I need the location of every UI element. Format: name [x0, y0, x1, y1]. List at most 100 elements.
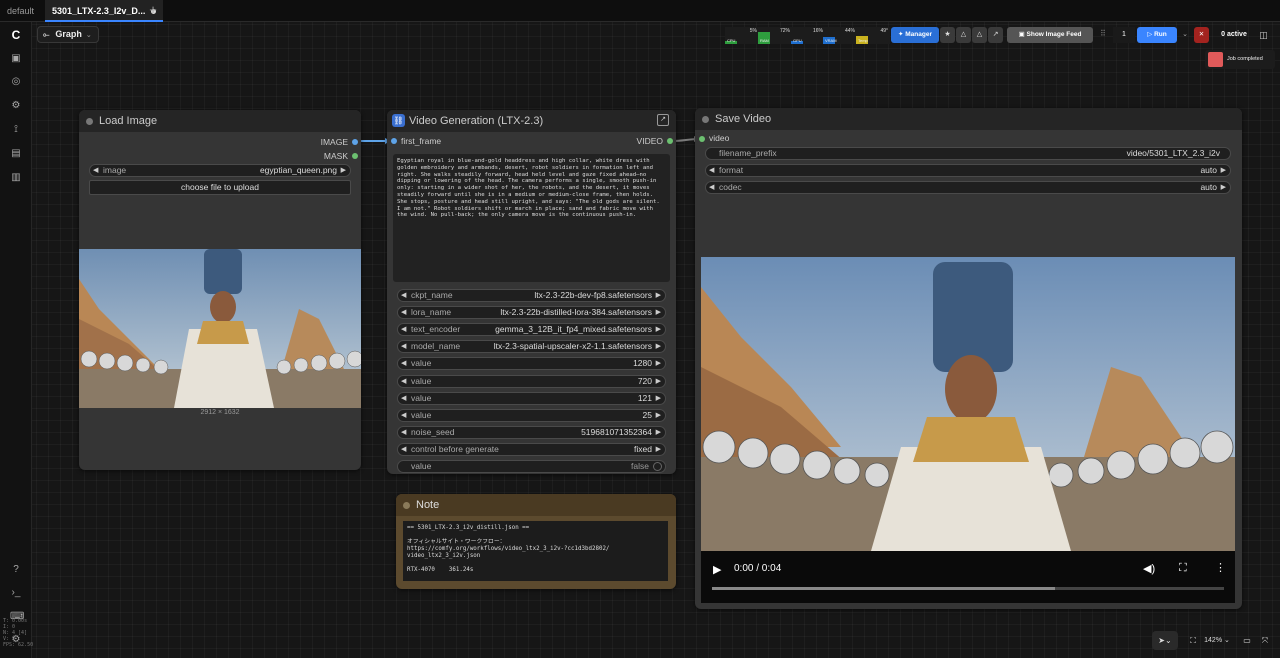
right-arrow-icon[interactable]: ▶: [656, 307, 661, 318]
volume-icon[interactable]: ◀): [1143, 562, 1155, 575]
widget-value: gemma_3_12B_it_fp4_mixed.safetensors: [495, 324, 652, 335]
widget-value: 720: [637, 375, 652, 386]
left-arrow-icon[interactable]: ◀: [401, 393, 406, 404]
widget-value: 519681071352364: [581, 426, 652, 437]
input-first-frame-port[interactable]: [391, 138, 397, 144]
more-options-icon[interactable]: ⋮: [1215, 561, 1226, 574]
widget-control-before-generate[interactable]: ◀ control before generate fixed ▶: [397, 442, 666, 456]
widget-value[interactable]: ◀ value 121 ▶: [397, 391, 666, 405]
node-title[interactable]: Save Video: [695, 108, 1242, 130]
fit-view-icon[interactable]: ⛶: [1186, 631, 1200, 650]
widget-value: 25: [642, 409, 652, 420]
node-title-text: Video Generation (LTX-2.3): [409, 115, 544, 127]
widget-label: model_name: [411, 341, 461, 352]
widget-label: ckpt_name: [411, 290, 453, 300]
widget-value[interactable]: value false: [397, 460, 666, 473]
widget-value: ltx-2.3-spatial-upscaler-x2-1.1.safetens…: [493, 341, 652, 352]
right-arrow-icon[interactable]: ▶: [1221, 165, 1226, 176]
prompt-textarea[interactable]: Egyptian royal in blue-and-gold headdres…: [393, 154, 670, 282]
right-arrow-icon[interactable]: ▶: [656, 444, 661, 455]
widget-value: 121: [637, 392, 652, 403]
video-seekbar[interactable]: [712, 587, 1224, 590]
left-arrow-icon[interactable]: ◀: [401, 427, 406, 438]
note-textarea[interactable]: == 5301_LTX-2.3_i2v_distill.json == オフィシ…: [403, 521, 668, 581]
output-image-port[interactable]: [352, 139, 358, 145]
left-arrow-icon[interactable]: ◀: [401, 307, 406, 318]
right-arrow-icon[interactable]: ▶: [1221, 182, 1226, 193]
right-arrow-icon[interactable]: ▶: [656, 358, 661, 369]
load-image-node[interactable]: Load Image IMAGE MASK ◀ image egyptian_q…: [79, 110, 361, 470]
zoom-level[interactable]: 142% ⌄: [1202, 631, 1232, 650]
left-arrow-icon[interactable]: ◀: [709, 165, 714, 176]
node-title-text: Note: [416, 499, 440, 511]
widget-value[interactable]: ◀ value 25 ▶: [397, 408, 666, 422]
image-combo[interactable]: ◀ image egyptian_queen.png ▶: [89, 164, 351, 177]
video-preview: [701, 257, 1235, 551]
right-arrow-icon[interactable]: ▶: [656, 427, 661, 438]
node-title[interactable]: Load Image: [79, 110, 361, 132]
pointer-mode-icon[interactable]: ➤⌄: [1152, 631, 1178, 650]
node-title[interactable]: ⛓ Video Generation (LTX-2.3) ↗: [387, 110, 676, 132]
right-arrow-icon[interactable]: ▶: [656, 410, 661, 421]
input-first-frame-label: first_frame: [401, 136, 442, 146]
right-arrow-icon[interactable]: ▶: [656, 376, 661, 387]
input-video-port[interactable]: [699, 136, 705, 142]
right-arrow-icon[interactable]: ▶: [341, 165, 346, 176]
widget-label: image: [103, 165, 127, 175]
fullscreen-icon[interactable]: ⛶: [1179, 562, 1187, 575]
widget-value: fixed: [634, 443, 652, 454]
node-collapse-dot[interactable]: [86, 118, 93, 125]
widget-text_encoder[interactable]: ◀ text_encoder gemma_3_12B_it_fp4_mixed.sa…: [397, 323, 666, 337]
widget-model_name[interactable]: ◀ model_name ltx-2.3-spatial-upscaler-x2-1…: [397, 340, 666, 354]
upload-button[interactable]: choose file to upload: [89, 180, 351, 195]
widget-label: value: [411, 358, 432, 369]
widget-value: egyptian_queen.png: [259, 165, 337, 175]
toggle-icon[interactable]: [653, 462, 662, 471]
left-arrow-icon[interactable]: ◀: [401, 410, 406, 421]
open-subgraph-icon[interactable]: ↗: [657, 114, 669, 126]
note-node[interactable]: Note == 5301_LTX-2.3_i2v_distill.json ==…: [396, 494, 676, 589]
widget-value[interactable]: ◀ value 1280 ▶: [397, 357, 666, 371]
node-title[interactable]: Note: [396, 494, 676, 516]
left-arrow-icon[interactable]: ◀: [401, 290, 406, 301]
play-icon[interactable]: ▶: [713, 563, 721, 576]
link-visibility-icon[interactable]: ⤧: [1258, 631, 1272, 650]
left-arrow-icon[interactable]: ◀: [93, 165, 98, 176]
node-title-text: Load Image: [99, 115, 158, 127]
right-arrow-icon[interactable]: ▶: [656, 341, 661, 352]
widget-format[interactable]: format auto ◀ ▶: [705, 164, 1231, 177]
right-arrow-icon[interactable]: ▶: [656, 393, 661, 404]
node-title-text: Save Video: [715, 113, 772, 125]
widget-codec[interactable]: codec auto ◀ ▶: [705, 181, 1231, 194]
zoom-value: 142%: [1204, 637, 1223, 644]
widget-label: noise_seed: [411, 426, 455, 437]
node-collapse-dot[interactable]: [403, 502, 410, 509]
left-arrow-icon[interactable]: ◀: [401, 444, 406, 455]
widget-lora_name[interactable]: ◀ lora_name ltx-2.3-22b-distilled-lora-384…: [397, 306, 666, 320]
widget-label: filename_prefix: [719, 148, 777, 158]
widget-noise_seed[interactable]: ◀ noise_seed 519681071352364 ▶: [397, 425, 666, 439]
video-generation-node[interactable]: ⛓ Video Generation (LTX-2.3) ↗ first_fra…: [387, 110, 676, 474]
subgraph-icon: ⛓: [392, 114, 405, 127]
video-time: 0:00 / 0:04: [734, 563, 782, 574]
widget-label: value: [411, 392, 432, 403]
left-arrow-icon[interactable]: ◀: [401, 324, 406, 335]
left-arrow-icon[interactable]: ◀: [401, 341, 406, 352]
minimap-icon[interactable]: ▭: [1240, 631, 1254, 650]
output-video-port[interactable]: [667, 138, 673, 144]
widget-label: text_encoder: [411, 324, 461, 335]
node-collapse-dot[interactable]: [702, 116, 709, 123]
right-arrow-icon[interactable]: ▶: [656, 290, 661, 301]
widget-ckpt_name[interactable]: ◀ ckpt_name ltx-2.3-22b-dev-fp8.safetensor…: [397, 289, 666, 302]
left-arrow-icon[interactable]: ◀: [401, 358, 406, 369]
left-arrow-icon[interactable]: ◀: [709, 182, 714, 193]
left-arrow-icon[interactable]: ◀: [401, 376, 406, 387]
save-video-node[interactable]: Save Video video filename_prefix video/53…: [695, 108, 1242, 609]
widget-value: ltx-2.3-22b-dev-fp8.safetensors: [534, 290, 652, 300]
widget-value[interactable]: ◀ value 720 ▶: [397, 374, 666, 388]
widget-filename_prefix[interactable]: filename_prefix video/5301_LTX_2.3_i2v: [705, 147, 1231, 160]
widget-label: codec: [719, 182, 742, 192]
output-image-label: IMAGE: [320, 137, 348, 147]
right-arrow-icon[interactable]: ▶: [656, 324, 661, 335]
output-mask-port[interactable]: [352, 153, 358, 159]
